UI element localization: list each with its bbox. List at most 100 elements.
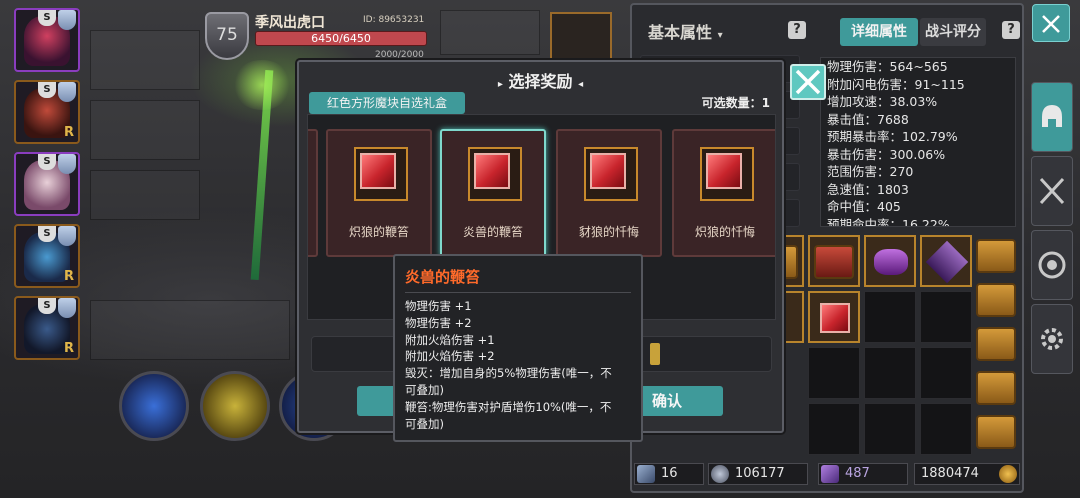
tooltip-line: 物理伤害 +2 [405, 315, 472, 330]
inventory-slot[interactable] [808, 403, 860, 455]
s-rank-badge: S [38, 154, 56, 170]
target-icon [1038, 251, 1066, 279]
currency-item: 106177 [708, 463, 808, 485]
shield-icon [58, 226, 76, 246]
party-member-4[interactable]: S R [14, 224, 80, 288]
inventory-slot[interactable] [808, 291, 860, 343]
cancel-button[interactable] [357, 386, 397, 416]
reward-card[interactable]: 豺狼的忏悔 [556, 129, 662, 257]
wall-brick [440, 10, 540, 55]
equipped-item-slot[interactable] [550, 12, 612, 62]
attributes-title[interactable]: 基本属性 ▾ [648, 19, 723, 43]
wall-brick [90, 100, 200, 160]
attributes-title-label: 基本属性 [648, 23, 713, 42]
help-icon[interactable]: ? [788, 21, 806, 39]
currency-item: 487 [818, 463, 908, 485]
party-member-2[interactable]: S R [14, 80, 80, 144]
currency-value: 487 [845, 466, 870, 481]
skill-button-1[interactable] [119, 371, 189, 441]
stat-line: 命中值：405 [827, 199, 901, 214]
tooltip-line: 毁灭：增加自身的5%物理伤害(唯一，不 [405, 366, 612, 381]
s-rank-badge: S [38, 10, 56, 26]
side-tab-equipment[interactable] [1031, 82, 1073, 152]
tooltip-line: 附加火焰伤害 +2 [405, 349, 495, 364]
shield-icon [58, 154, 76, 174]
party-member-1[interactable]: S [14, 8, 80, 72]
inventory-slot[interactable] [808, 235, 860, 287]
hp-bar: 6450/6450 [255, 31, 427, 46]
dropdown-icon: ▾ [717, 30, 723, 41]
item-frame [584, 147, 638, 201]
party-member-3[interactable]: S [14, 152, 80, 216]
side-tab-weapons[interactable] [1031, 156, 1073, 226]
chest-icon[interactable] [976, 239, 1016, 273]
gift-box-icon [814, 245, 854, 279]
party-member-5[interactable]: S R [14, 296, 80, 360]
wall-brick [90, 300, 290, 360]
item-frame [354, 147, 408, 201]
reward-label: 炽狼的鞭笞 [348, 225, 409, 239]
stat-line: 增加攻速：38.03% [827, 94, 938, 109]
stat-line: 急速值：1803 [827, 181, 909, 197]
inventory-slot[interactable] [864, 235, 916, 287]
shield-icon [58, 298, 76, 318]
potion-icon [874, 249, 908, 275]
reward-card[interactable]: 炽狼的鞭笞 [326, 129, 432, 257]
chest-icon[interactable] [976, 283, 1016, 317]
inventory-slot[interactable] [920, 403, 972, 455]
help-icon[interactable]: ? [1002, 21, 1020, 39]
wall-brick [90, 30, 200, 90]
tooltip-title: 炎兽的鞭笞 [405, 268, 481, 286]
inventory-slot[interactable] [920, 235, 972, 287]
currency-value: 106177 [735, 466, 785, 481]
inventory-slot[interactable] [920, 291, 972, 343]
skill-button-2[interactable] [200, 371, 270, 441]
side-tab-settings[interactable] [1031, 304, 1073, 374]
currency-item: 16 [634, 463, 704, 485]
tooltip-line: 附加火焰伤害 +1 [405, 332, 495, 347]
silver-coin-icon [711, 465, 729, 483]
stat-line: 预期命中率：16.22% [827, 216, 950, 227]
reward-label: 炽狼的忏悔 [694, 225, 755, 239]
tab-gift-box[interactable]: 红色方形魔块自选礼盒 [309, 92, 465, 114]
gold-coin-icon [999, 465, 1017, 483]
tooltip-line: 可叠加) [405, 416, 444, 431]
inventory-slot[interactable] [864, 291, 916, 343]
inventory-slot[interactable] [864, 347, 916, 399]
mp-value: 2000/2000 [375, 50, 424, 60]
shield-icon [58, 10, 76, 30]
detailed-stats-list[interactable]: 物理伤害：564~565 附加闪电伤害：91~115 增加攻速：38.03% 暴… [820, 57, 1016, 227]
inventory-slot[interactable] [808, 347, 860, 399]
dialog-title-text: 选择奖励 [508, 72, 573, 91]
chest-icon[interactable] [976, 415, 1016, 449]
rank-label: R [63, 341, 74, 356]
side-tab-skills[interactable] [1031, 230, 1073, 300]
currency-value: 1880474 [921, 466, 979, 481]
item-tooltip: 炎兽的鞭笞 物理伤害 +1 物理伤害 +2 附加火焰伤害 +1 附加火焰伤害 +… [393, 254, 643, 442]
close-dialog-button[interactable] [790, 64, 826, 100]
reward-label: 豺狼的忏悔 [578, 225, 639, 239]
currency-item: 1880474 [914, 463, 1020, 485]
inventory-slot[interactable] [920, 347, 972, 399]
quantity-handle[interactable] [650, 343, 660, 365]
s-rank-badge: S [38, 82, 56, 98]
chest-icon[interactable] [976, 327, 1016, 361]
green-aura [232, 60, 292, 110]
close-panel-button[interactable] [1032, 4, 1070, 42]
divider [405, 292, 631, 293]
close-icon [1042, 15, 1060, 33]
red-cube-icon [820, 303, 850, 333]
reward-card[interactable]: 炽狼的忏悔 [672, 129, 775, 257]
close-icon [795, 69, 821, 95]
inventory-slot[interactable] [864, 403, 916, 455]
red-cube-icon [474, 153, 510, 189]
reward-card[interactable] [308, 129, 318, 257]
tab-combat-score[interactable]: 战斗评分 [920, 18, 986, 46]
tab-detail-attributes[interactable]: 详细属性 [840, 18, 918, 46]
reward-card-selected[interactable]: 炎兽的鞭笞 [440, 129, 546, 257]
chest-icon[interactable] [976, 371, 1016, 405]
s-rank-badge: S [38, 226, 56, 242]
item-frame [700, 147, 754, 201]
stat-line: 暴击伤害：300.06% [827, 146, 946, 162]
rank-label: R [63, 125, 74, 140]
